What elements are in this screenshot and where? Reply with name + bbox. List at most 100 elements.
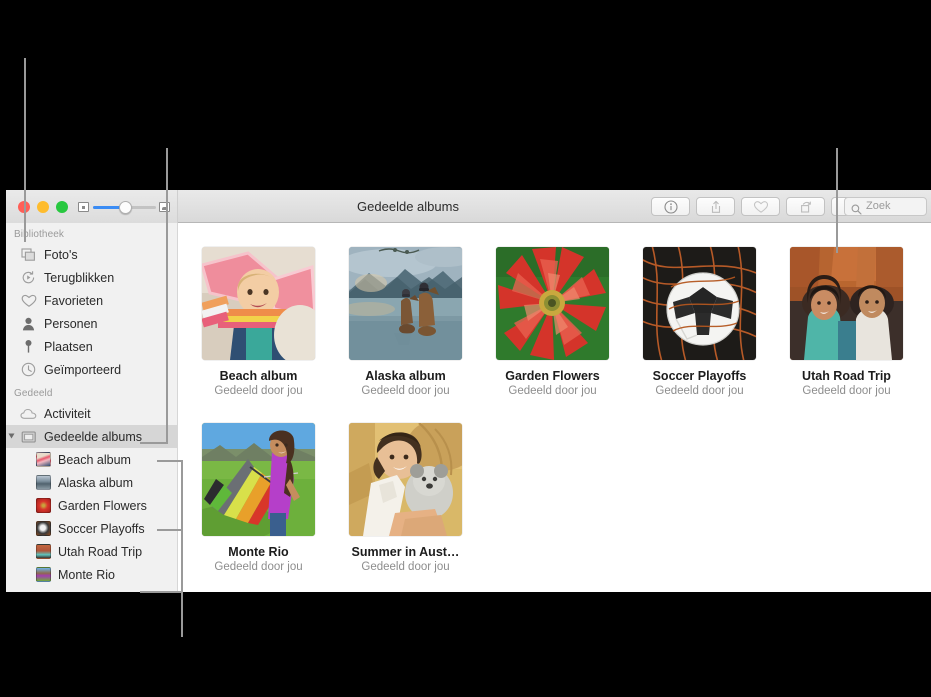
- sidebar-item-geimporteerd[interactable]: Geïmporteerd: [6, 358, 177, 381]
- search-icon: [851, 202, 862, 220]
- album-thumbnail[interactable]: [202, 423, 315, 536]
- album-thumbnail[interactable]: [643, 247, 756, 360]
- sidebar-item-personen[interactable]: Personen: [6, 312, 177, 335]
- sidebar-item-label: Personen: [44, 316, 98, 331]
- sidebar-album-monte[interactable]: Monte Rio: [6, 563, 177, 586]
- utah-road-trip-photo: [790, 247, 903, 360]
- album-title: Alaska album: [365, 369, 446, 383]
- sidebar-album-beach[interactable]: Beach album: [6, 448, 177, 471]
- sidebar[interactable]: Bibliotheek Foto's Terugblikken Favoriet…: [6, 223, 178, 592]
- zoom-slider-knob[interactable]: [119, 201, 132, 214]
- album-thumbnail[interactable]: [349, 247, 462, 360]
- album-subtitle: Gedeeld door jou: [361, 561, 450, 573]
- album-title: Soccer Playoffs: [652, 369, 747, 383]
- pin-icon: [20, 338, 37, 355]
- sidebar-album-label: Garden Flowers: [58, 498, 147, 513]
- album-title: Monte Rio: [228, 545, 289, 559]
- sidebar-item-plaatsen[interactable]: Plaatsen: [6, 335, 177, 358]
- info-icon: [663, 199, 678, 214]
- heart-icon: [20, 292, 37, 309]
- album-item[interactable]: Monte Rio Gedeeld door jou: [185, 423, 332, 573]
- photos-window: Gedeelde albums Zoek Bibliotheek Foto's …: [6, 190, 931, 592]
- maximize-window-button[interactable]: [56, 201, 68, 213]
- minimize-window-button[interactable]: [37, 201, 49, 213]
- sidebar-item-fotos[interactable]: Foto's: [6, 243, 177, 266]
- album-subtitle: Gedeeld door jou: [508, 385, 597, 397]
- sidebar-section-header-library: Bibliotheek: [14, 229, 65, 240]
- search-placeholder: Zoek: [866, 200, 891, 212]
- memories-icon: [20, 269, 37, 286]
- album-subtitle: Gedeeld door jou: [655, 385, 744, 397]
- album-subtitle: Gedeeld door jou: [214, 561, 303, 573]
- sidebar-album-garden[interactable]: Garden Flowers: [6, 494, 177, 517]
- sidebar-album-label: Soccer Playoffs: [58, 521, 145, 536]
- shared-albums-grid: Beach album Gedeeld door jou Alaska albu…: [179, 223, 931, 592]
- garden-flowers-photo: [496, 247, 609, 360]
- small-thumbnail-icon: [78, 202, 89, 212]
- search-input[interactable]: Zoek: [844, 197, 927, 216]
- rotate-button[interactable]: [786, 197, 825, 216]
- sidebar-item-label: Gedeelde albums: [44, 429, 142, 444]
- sidebar-item-label: Plaatsen: [44, 339, 93, 354]
- album-thumbnail-icon: [36, 567, 51, 582]
- album-thumbnail-icon: [36, 498, 51, 513]
- sidebar-section-header-shared: Gedeeld: [14, 388, 53, 399]
- album-title: Beach album: [219, 369, 298, 383]
- sidebar-album-alaska[interactable]: Alaska album: [6, 471, 177, 494]
- sidebar-item-label: Favorieten: [44, 293, 104, 308]
- rotate-icon: [800, 201, 811, 213]
- sidebar-album-label: Monte Rio: [58, 567, 115, 582]
- album-thumbnail[interactable]: [349, 423, 462, 536]
- window-titlebar: Gedeelde albums Zoek: [6, 190, 931, 223]
- album-subtitle: Gedeeld door jou: [361, 385, 450, 397]
- album-subtitle: Gedeeld door jou: [802, 385, 891, 397]
- sidebar-album-label: Utah Road Trip: [58, 544, 143, 559]
- alaska-photo: [349, 247, 462, 360]
- close-window-button[interactable]: [18, 201, 30, 213]
- album-title: Utah Road Trip: [802, 369, 891, 383]
- share-button[interactable]: [696, 197, 735, 216]
- album-thumbnail-icon: [36, 475, 51, 490]
- album-title: Summer in Aust…: [351, 545, 460, 559]
- soccer-playoffs-photo: [643, 247, 756, 360]
- favorite-button[interactable]: [741, 197, 780, 216]
- album-item[interactable]: Soccer Playoffs Gedeeld door jou: [626, 247, 773, 397]
- screenshot-stage: Gedeelde albums Zoek Bibliotheek Foto's …: [0, 0, 931, 697]
- sidebar-album-label: Beach album: [58, 452, 131, 467]
- album-thumbnail-icon: [36, 452, 51, 467]
- sidebar-album-utah[interactable]: Utah Road Trip: [6, 540, 177, 563]
- album-item[interactable]: Utah Road Trip Gedeeld door jou: [773, 247, 920, 397]
- monte-rio-photo: [202, 423, 315, 536]
- album-thumbnail[interactable]: [202, 247, 315, 360]
- album-subtitle: Gedeeld door jou: [214, 385, 303, 397]
- album-thumbnail-icon: [36, 521, 51, 536]
- sidebar-item-label: Foto's: [44, 247, 78, 262]
- photos-icon: [20, 246, 37, 263]
- person-icon: [20, 315, 37, 332]
- album-item[interactable]: Garden Flowers Gedeeld door jou: [479, 247, 626, 397]
- summer-in-australia-photo: [349, 423, 462, 536]
- sidebar-item-label: Geïmporteerd: [44, 362, 122, 377]
- sidebar-item-gedeelde-albums[interactable]: Gedeelde albums: [6, 425, 177, 448]
- sidebar-item-label: Terugblikken: [44, 270, 115, 285]
- album-item[interactable]: Alaska album Gedeeld door jou: [332, 247, 479, 397]
- cloud-icon: [20, 405, 37, 422]
- sidebar-album-label: Alaska album: [58, 475, 134, 490]
- shared-albums-icon: [20, 428, 37, 445]
- info-button[interactable]: [651, 197, 690, 216]
- sidebar-album-soccer[interactable]: Soccer Playoffs: [6, 517, 177, 540]
- chevron-down-icon[interactable]: [8, 433, 15, 439]
- sidebar-item-label: Activiteit: [44, 406, 91, 421]
- album-title: Garden Flowers: [505, 369, 600, 383]
- sidebar-item-terugblikken[interactable]: Terugblikken: [6, 266, 177, 289]
- heart-icon: [753, 200, 768, 213]
- beach-photo: [202, 247, 315, 360]
- album-item[interactable]: Beach album Gedeeld door jou: [185, 247, 332, 397]
- large-thumbnail-icon: [159, 202, 170, 212]
- album-thumbnail[interactable]: [496, 247, 609, 360]
- sidebar-item-favorieten[interactable]: Favorieten: [6, 289, 177, 312]
- album-item[interactable]: Summer in Aust… Gedeeld door jou: [332, 423, 479, 573]
- sidebar-item-activiteit[interactable]: Activiteit: [6, 402, 177, 425]
- thumbnail-zoom-slider[interactable]: [78, 199, 170, 215]
- album-thumbnail[interactable]: [790, 247, 903, 360]
